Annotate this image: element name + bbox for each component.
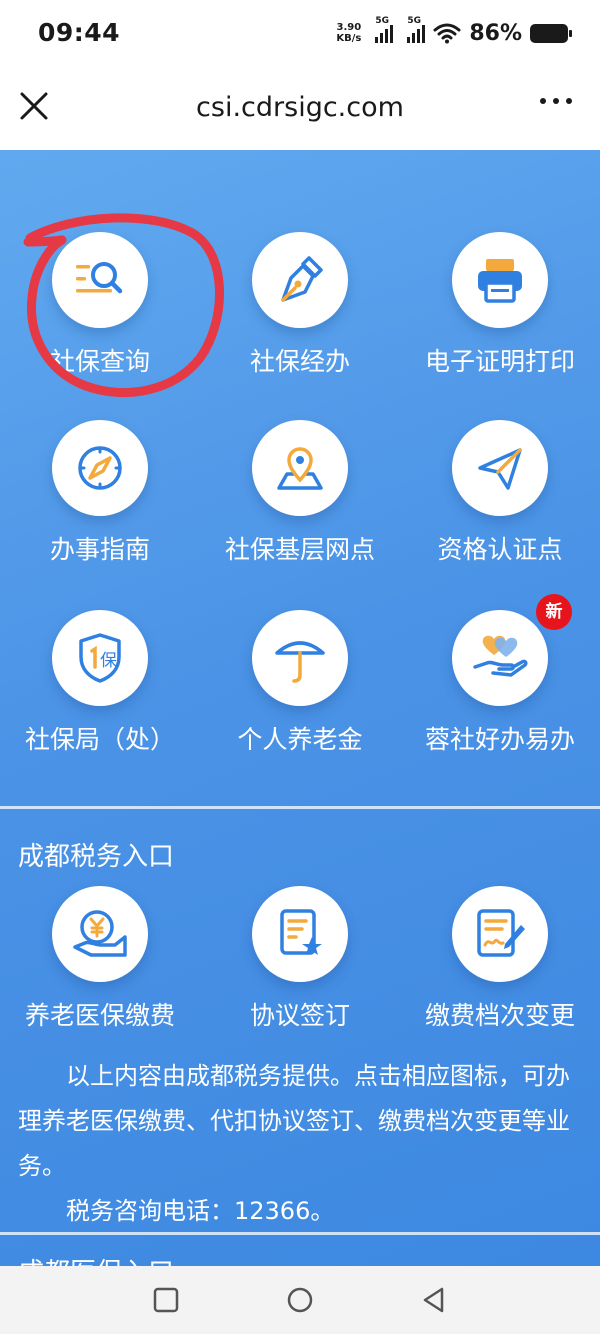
hand-hearts-icon[interactable]: [452, 610, 548, 706]
service-label: 蓉社好办易办: [424, 725, 575, 754]
network-speed-value: 3.90: [336, 22, 362, 33]
search-list-icon[interactable]: [52, 232, 148, 328]
status-indicators: 3.90 KB/s 5G 5G 86%: [336, 16, 572, 50]
battery-icon: [530, 23, 572, 43]
service-label: 社保基层网点: [224, 535, 375, 564]
compass-icon[interactable]: [52, 420, 148, 516]
yuan-hand-icon[interactable]: [52, 886, 148, 982]
main-content: 社保查询 社保经办 电子证明打印 办事指南 社保基层网点 资格认证点 保 社保局…: [0, 150, 600, 1266]
wifi-icon: [433, 23, 461, 44]
service-label: 电子证明打印: [424, 347, 575, 376]
service-label: 社保经办: [249, 347, 350, 376]
location-pin-icon[interactable]: [252, 420, 348, 516]
signal-icon: 5G: [407, 16, 426, 43]
tax-description: 以上内容由成都税务提供。点击相应图标，可办理养老医保缴费、代扣协议签订、缴费档次…: [18, 1054, 584, 1234]
new-badge: 新: [536, 594, 572, 630]
battery-percent: 86%: [469, 20, 522, 46]
umbrella-icon[interactable]: [252, 610, 348, 706]
svg-text:保: 保: [100, 651, 117, 671]
page-url: csi.cdrsigc.com: [196, 92, 404, 123]
browser-toolbar: csi.cdrsigc.com: [0, 66, 600, 150]
back-icon[interactable]: [420, 1286, 448, 1314]
network-speed: 3.90 KB/s: [336, 22, 361, 44]
service-label: 社保查询: [49, 347, 150, 376]
section-divider: [0, 806, 600, 809]
printer-icon[interactable]: [452, 232, 548, 328]
service-label: 社保局（处）: [24, 725, 175, 754]
status-time: 09:44: [38, 18, 121, 47]
tax-item-label: 缴费档次变更: [424, 1001, 575, 1030]
tax-item-label: 协议签订: [249, 1001, 350, 1030]
tax-item-label: 养老医保缴费: [24, 1001, 175, 1030]
network-speed-unit: KB/s: [336, 33, 362, 44]
signal-icon: 5G: [375, 16, 394, 43]
paper-plane-icon[interactable]: [452, 420, 548, 516]
recent-apps-icon[interactable]: [152, 1286, 180, 1314]
service-label: 办事指南: [49, 535, 150, 564]
tax-section-title: 成都税务入口: [18, 842, 175, 872]
service-label: 个人养老金: [237, 725, 363, 754]
tax-hotline-text: 税务咨询电话：12366。: [66, 1197, 335, 1225]
home-icon[interactable]: [286, 1286, 314, 1314]
status-bar: 09:44 3.90 KB/s 5G 5G 86%: [0, 0, 600, 66]
tax-description-text: 以上内容由成都税务提供。点击相应图标，可办理养老医保缴费、代扣协议签订、缴费档次…: [18, 1062, 570, 1180]
shield-bao-icon[interactable]: 保: [52, 610, 148, 706]
service-label: 资格认证点: [437, 535, 563, 564]
signal-tag: 5G: [407, 16, 421, 26]
document-star-icon[interactable]: [252, 886, 348, 982]
section-divider: [0, 1232, 600, 1235]
document-signature-icon[interactable]: [452, 886, 548, 982]
signal-tag: 5G: [375, 16, 389, 26]
system-navigation-bar: [0, 1266, 600, 1334]
more-options-icon[interactable]: [540, 98, 572, 104]
medical-section-title: 成都医保入口: [18, 1252, 174, 1266]
pen-nib-icon[interactable]: [252, 232, 348, 328]
